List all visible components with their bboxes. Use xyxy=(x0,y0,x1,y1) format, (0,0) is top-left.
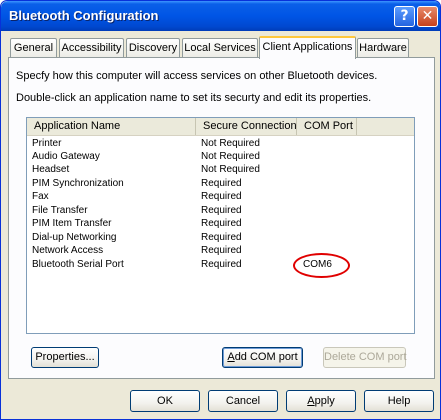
panel-description-2: Double-click an application name to set … xyxy=(16,92,372,104)
list-item[interactable]: PIM Item Transfer Required xyxy=(27,217,414,230)
panel-description-1: Specfy how this computer will access ser… xyxy=(16,70,378,82)
list-item[interactable]: Dial-up Networking Required xyxy=(27,231,414,244)
add-com-port-label: dd COM port xyxy=(234,351,298,363)
application-name: PIM Synchronization xyxy=(32,178,124,189)
application-name: File Transfer xyxy=(32,205,88,216)
application-name: Bluetooth Serial Port xyxy=(32,259,124,270)
list-item[interactable]: Printer Not Required xyxy=(27,137,414,150)
properties-button[interactable]: Properties... xyxy=(31,347,99,368)
add-com-port-accelerator: A xyxy=(227,351,235,363)
ok-button[interactable]: OK xyxy=(130,390,200,412)
add-com-port-button[interactable]: Add COM port xyxy=(222,347,303,368)
application-name: Fax xyxy=(32,191,49,202)
application-list[interactable]: Application Name Secure Connection COM P… xyxy=(26,117,415,334)
list-item[interactable]: Audio Gateway Not Required xyxy=(27,150,414,163)
com-port-highlight-oval xyxy=(293,253,350,278)
tab-hardware[interactable]: Hardware xyxy=(357,38,409,58)
tab-discovery[interactable]: Discovery xyxy=(126,38,180,58)
secure-connection: Not Required xyxy=(201,164,260,175)
list-item[interactable]: Bluetooth Serial Port Required COM6 xyxy=(27,258,414,271)
close-icon[interactable]: ✕ xyxy=(417,6,438,27)
column-header-application-name[interactable]: Application Name xyxy=(27,118,196,135)
apply-button[interactable]: Apply xyxy=(286,390,356,412)
help-icon[interactable]: ? xyxy=(394,6,415,27)
application-name: Dial-up Networking xyxy=(32,232,117,243)
application-name: PIM Item Transfer xyxy=(32,218,112,229)
application-name: Printer xyxy=(32,138,62,149)
list-item[interactable]: Fax Required xyxy=(27,190,414,203)
secure-connection: Required xyxy=(201,191,242,202)
delete-com-port-button[interactable]: Delete COM port xyxy=(323,347,407,368)
title-bar[interactable]: Bluetooth Configuration ? ✕ xyxy=(1,1,440,31)
window-title: Bluetooth Configuration xyxy=(9,8,159,23)
secure-connection: Required xyxy=(201,232,242,243)
application-name: Network Access xyxy=(32,245,104,256)
list-header: Application Name Secure Connection COM P… xyxy=(27,118,414,136)
list-item[interactable]: File Transfer Required xyxy=(27,204,414,217)
column-header-com-port[interactable]: COM Port xyxy=(297,118,357,135)
bluetooth-configuration-window: Bluetooth Configuration ? ✕ General Acce… xyxy=(0,0,441,420)
help-button[interactable]: Help xyxy=(364,390,434,412)
application-name: Audio Gateway xyxy=(32,151,100,162)
cancel-button[interactable]: Cancel xyxy=(208,390,278,412)
application-name: Headset xyxy=(32,164,70,175)
secure-connection: Required xyxy=(201,218,242,229)
tab-general[interactable]: General xyxy=(10,38,57,58)
tab-local-services[interactable]: Local Services xyxy=(182,38,258,58)
apply-label: pply xyxy=(314,395,335,407)
secure-connection: Not Required xyxy=(201,151,260,162)
secure-connection: Required xyxy=(201,259,242,270)
list-item[interactable]: Network Access Required xyxy=(27,244,414,257)
tab-client-applications[interactable]: Client Applications xyxy=(259,36,356,59)
tab-accessibility[interactable]: Accessibility xyxy=(59,38,124,58)
apply-accelerator: A xyxy=(307,395,315,407)
list-item[interactable]: Headset Not Required xyxy=(27,163,414,176)
secure-connection: Required xyxy=(201,245,242,256)
list-item[interactable]: PIM Synchronization Required xyxy=(27,177,414,190)
column-header-secure-connection[interactable]: Secure Connection xyxy=(196,118,297,135)
secure-connection: Not Required xyxy=(201,138,260,149)
secure-connection: Required xyxy=(201,205,242,216)
secure-connection: Required xyxy=(201,178,242,189)
